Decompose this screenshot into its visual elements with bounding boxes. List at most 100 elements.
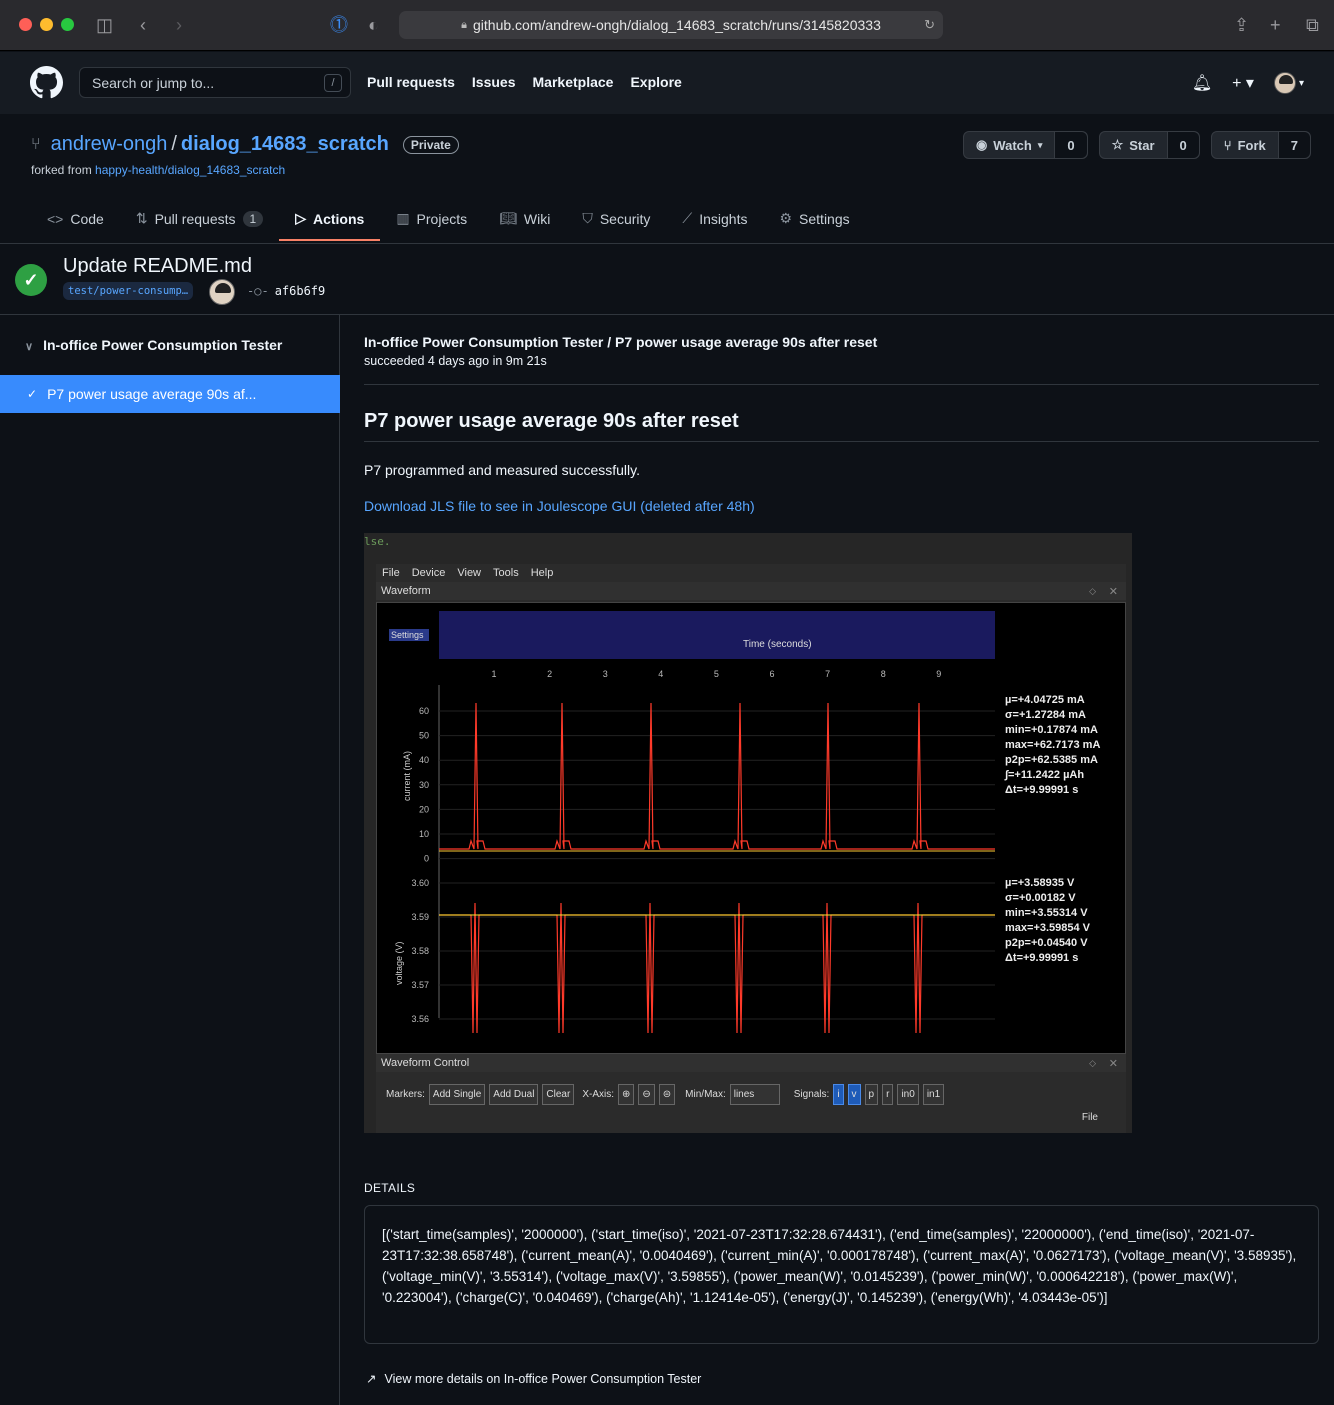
minmax-label: Min/Max: xyxy=(685,1089,726,1100)
tab-insights[interactable]: ⟋ Insights xyxy=(666,200,763,240)
password-manager-icon[interactable]: ⓵ xyxy=(330,14,348,36)
current-grid: 60 50 40 30 20 10 0 xyxy=(419,706,995,864)
waveform-plot: Settings Time (seconds) 1 2 3 4 5 6 7 8 9 60 50 40… xyxy=(376,602,1126,1054)
forward-icon[interactable]: › xyxy=(176,14,182,36)
background-terminal-text: lse. xyxy=(364,535,391,548)
url-text: github.com/andrew-ongh/dialog_14683_scra… xyxy=(473,17,881,33)
repo-owner-link[interactable]: andrew-ongh xyxy=(51,133,168,156)
nav-explore[interactable]: Explore xyxy=(630,74,681,90)
watch-button[interactable]: ◉ Watch ▾ 0 xyxy=(962,131,1088,159)
fork-count[interactable]: 7 xyxy=(1278,132,1310,158)
tab-settings[interactable]: ⚙ Settings xyxy=(763,200,865,240)
star-label: Star xyxy=(1129,137,1155,153)
joulescope-menu: File Device View Tools Help xyxy=(376,564,1126,582)
download-jls-link[interactable]: Download JLS file to see in Joulescope G… xyxy=(364,498,1319,514)
settings-label: Settings xyxy=(391,630,424,640)
voltage-stat-label: p2p=+0.04540 V xyxy=(1005,937,1088,949)
voltage-stat-label: σ=+0.00182 V xyxy=(1005,892,1076,904)
nav-marketplace[interactable]: Marketplace xyxy=(533,74,614,90)
sidebar-item-job[interactable]: ✓ P7 power usage average 90s af... xyxy=(0,375,340,413)
nav-issues[interactable]: Issues xyxy=(472,74,516,90)
forked-from-link[interactable]: happy-health/dialog_14683_scratch xyxy=(95,163,285,177)
create-new-icon[interactable]: + ▾ xyxy=(1232,73,1254,93)
voltage-grid: 3.60 3.59 3.58 3.57 3.56 xyxy=(411,878,995,1024)
waveform-control-panel: Waveform Control ◇ ✕ Markers: Add Single A… xyxy=(376,1054,1126,1133)
commit-sha[interactable]: -○- af6b6f9 xyxy=(247,284,325,298)
repo-header: ⑂ andrew-ongh / dialog_14683_scratch Pri… xyxy=(0,114,1334,244)
waveform-control-title: Waveform Control ◇ ✕ xyxy=(376,1054,1126,1072)
jobs-sidebar: ∨ In-office Power Consumption Tester ✓ P7 … xyxy=(0,315,340,1405)
voltage-trace xyxy=(439,902,995,1034)
current-tick-label: 50 xyxy=(419,731,429,741)
menu-tools: Tools xyxy=(493,567,519,579)
current-trace xyxy=(439,702,995,852)
avatar[interactable] xyxy=(209,279,235,305)
address-bar[interactable]: 🔒︎ github.com/andrew-ongh/dialog_14683_s… xyxy=(399,11,943,39)
zoom-window-button[interactable] xyxy=(61,18,74,31)
x-axis-label: X-Axis: xyxy=(582,1089,614,1100)
time-axis-label: Time (seconds) xyxy=(743,639,812,650)
tab-security[interactable]: ⛉ Security xyxy=(566,200,666,240)
nav-pull-requests[interactable]: Pull requests xyxy=(367,74,455,90)
joulescope-window: File Device View Tools Help Waveform ◇ ✕ S… xyxy=(376,564,1126,1133)
search-shortcut-key: / xyxy=(324,74,342,92)
search-input[interactable]: Search or jump to... / xyxy=(79,67,351,98)
details-heading: DETAILS xyxy=(364,1181,416,1195)
current-stat-label: max=+62.7173 mA xyxy=(1005,739,1100,751)
top-nav: Pull requests Issues Marketplace Explore xyxy=(367,74,682,90)
signal-r-toggle: r xyxy=(882,1084,894,1105)
workflow-group[interactable]: ∨ In-office Power Consumption Tester xyxy=(25,337,282,353)
minimize-window-button[interactable] xyxy=(40,18,53,31)
close-icon: ✕ xyxy=(1108,585,1118,598)
job-title: In-office Power Consumption Tester / P7 … xyxy=(364,334,878,350)
tab-overview-icon[interactable]: ⧉ xyxy=(1306,14,1319,36)
current-trace-path xyxy=(439,702,995,850)
lock-icon: 🔒︎ xyxy=(461,18,467,31)
view-more-details-link[interactable]: ↗ View more details on In-office Power Co… xyxy=(366,1371,701,1387)
sidebar-toggle-icon[interactable]: ◫ xyxy=(96,14,113,36)
job-summary: In-office Power Consumption Tester / P7 … xyxy=(364,315,1319,1386)
signal-p-toggle: p xyxy=(864,1084,879,1105)
tab-label: Projects xyxy=(416,210,468,227)
forked-from-prefix: forked from xyxy=(31,163,92,177)
new-tab-icon[interactable]: + xyxy=(1270,14,1281,36)
back-icon[interactable]: ‹ xyxy=(140,14,146,36)
chevron-down-icon: ∨ xyxy=(25,341,34,353)
current-tick-label: 30 xyxy=(419,780,429,790)
repo-name-link[interactable]: dialog_14683_scratch xyxy=(181,133,389,156)
tab-wiki[interactable]: 📖︎ Wiki xyxy=(483,200,566,240)
branch-label[interactable]: test/power-consump… xyxy=(63,282,194,300)
zoom-out-icon: ⊖ xyxy=(638,1084,655,1105)
watch-label: Watch xyxy=(993,137,1032,153)
close-window-button[interactable] xyxy=(19,18,32,31)
signal-in0-toggle: in0 xyxy=(897,1084,919,1105)
repo-title: ⑂ andrew-ongh / dialog_14683_scratch Pri… xyxy=(31,133,459,156)
star-count[interactable]: 0 xyxy=(1167,132,1199,158)
watch-count[interactable]: 0 xyxy=(1055,132,1087,158)
book-icon: 📖︎ xyxy=(499,210,517,226)
github-logo-icon[interactable] xyxy=(30,66,63,99)
run-header: ✓ Update README.md test/power-consump… -… xyxy=(0,244,1334,315)
tab-projects[interactable]: ▥ Projects xyxy=(380,200,483,240)
star-icon: ☆ xyxy=(1111,137,1124,152)
tab-label: Insights xyxy=(699,210,748,227)
x-tick-label: 3 xyxy=(603,669,608,679)
header-actions: 🔔︎ + ▾ ▾ xyxy=(1192,72,1304,94)
bell-icon[interactable]: 🔔︎ xyxy=(1192,73,1212,93)
privacy-shield-icon[interactable]: ◐ xyxy=(368,14,379,36)
tab-actions[interactable]: ▷ Actions xyxy=(279,200,381,241)
run-title: Update README.md xyxy=(63,255,252,277)
reload-icon[interactable]: ↻ xyxy=(924,17,935,33)
fork-button[interactable]: ⑂ Fork 7 xyxy=(1210,131,1311,159)
repo-title-separator: / xyxy=(171,133,177,155)
tab-code[interactable]: <> Code xyxy=(31,200,120,240)
share-icon[interactable]: ⇪ xyxy=(1234,14,1249,36)
star-button[interactable]: ☆ Star 0 xyxy=(1098,131,1200,159)
shield-icon: ⛉ xyxy=(582,210,593,226)
tab-pull-requests[interactable]: ⇅ Pull requests 1 xyxy=(120,200,279,240)
current-stat-label: ∫=+11.2422 µAh xyxy=(1004,769,1084,781)
tab-label: Code xyxy=(70,210,104,227)
user-menu[interactable]: ▾ xyxy=(1273,72,1304,94)
current-stat-label: p2p=+62.5385 mA xyxy=(1005,754,1098,766)
gear-icon: ⚙ xyxy=(779,210,793,226)
